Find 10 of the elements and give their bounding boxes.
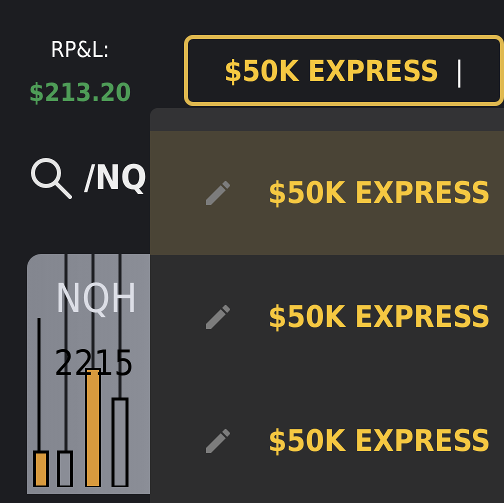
- search-icon: [30, 157, 72, 199]
- account-name: $50K EXPRESS: [268, 300, 490, 334]
- account-name: $50K EXPRESS: [268, 176, 490, 210]
- pnl-label: RP&L:: [50, 38, 110, 64]
- search-text[interactable]: /NQ: [84, 158, 147, 198]
- account-name: $50K EXPRESS: [268, 424, 490, 458]
- separator: |: [455, 54, 464, 88]
- pnl-value: $213.20: [28, 78, 132, 108]
- account-button[interactable]: $50K EXPRESS |: [184, 35, 504, 106]
- menu-item[interactable]: $50K EXPRESS: [150, 131, 504, 255]
